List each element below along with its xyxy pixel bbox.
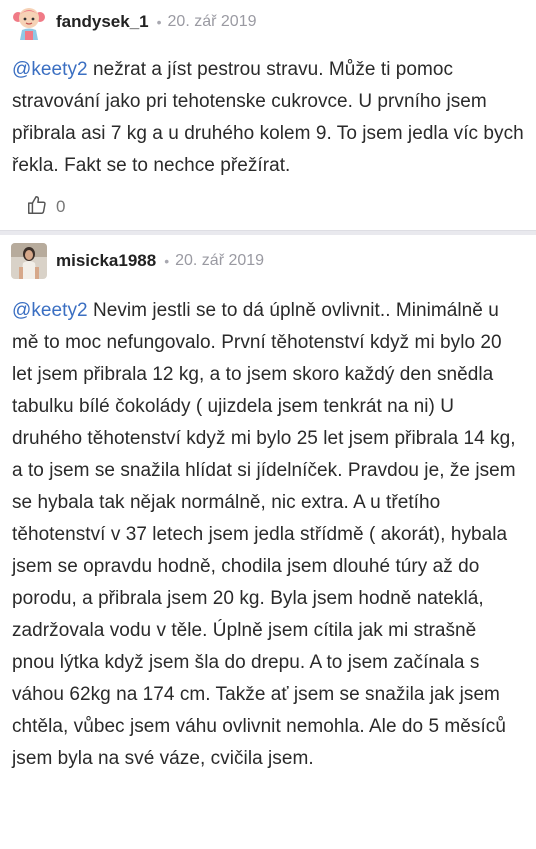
comment-body: nežrat a jíst pestrou stravu. Může ti po… bbox=[12, 59, 524, 176]
comment-card: fandysek_1 • 20. zář 2019 @keety2 nežrat… bbox=[0, 0, 536, 230]
girl-cartoon-avatar-icon[interactable] bbox=[11, 4, 47, 40]
comment-date: 20. zář 2019 bbox=[175, 252, 265, 269]
comment-text: @keety2 nežrat a jíst pestrou stravu. Mů… bbox=[0, 44, 536, 182]
mention-link[interactable]: @keety2 bbox=[12, 59, 88, 80]
thumbs-up-icon bbox=[26, 194, 48, 221]
mention-link[interactable]: @keety2 bbox=[12, 300, 88, 321]
comment-card: misicka1988 • 20. zář 2019 @keety2 Nevim… bbox=[0, 235, 536, 849]
photo-avatar-icon[interactable] bbox=[11, 243, 47, 279]
like-count: 0 bbox=[56, 197, 66, 216]
comment-header: misicka1988 • 20. zář 2019 bbox=[0, 235, 536, 287]
meta-separator: • bbox=[164, 253, 170, 269]
like-button[interactable]: 0 bbox=[0, 194, 536, 220]
comment-body: Nevim jestli se to dá úplně ovlivnit.. M… bbox=[12, 300, 516, 769]
meta-separator: • bbox=[156, 14, 162, 30]
author-name[interactable]: misicka1988 bbox=[56, 251, 156, 271]
author-name[interactable]: fandysek_1 bbox=[56, 12, 149, 32]
comment-date: 20. zář 2019 bbox=[167, 13, 257, 30]
comment-text: @keety2 Nevim jestli se to dá úplně ovli… bbox=[0, 287, 536, 775]
comment-header: fandysek_1 • 20. zář 2019 bbox=[0, 0, 536, 44]
